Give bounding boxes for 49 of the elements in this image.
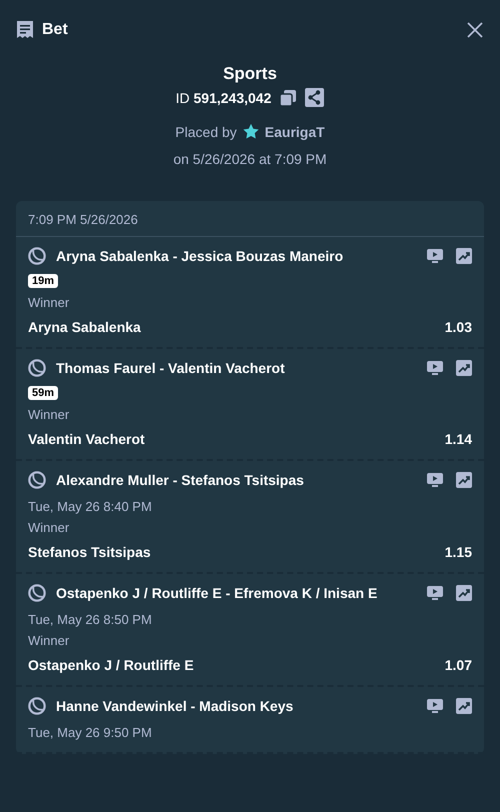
match-title[interactable]: Hanne Vandewinkel - Madison Keys bbox=[56, 698, 417, 714]
share-icon[interactable] bbox=[305, 88, 324, 107]
odds: 1.07 bbox=[444, 657, 472, 673]
tv-icon[interactable] bbox=[427, 698, 443, 714]
odds: 1.03 bbox=[444, 319, 472, 335]
tennis-ball-icon bbox=[28, 359, 46, 377]
live-time-badge: 19m bbox=[28, 274, 58, 288]
chart-icon[interactable] bbox=[456, 248, 472, 264]
tennis-ball-icon bbox=[28, 697, 46, 715]
match-title[interactable]: Ostapenko J / Routliffe E - Efremova K / Inisan E bbox=[56, 585, 417, 601]
match-title[interactable]: Thomas Faurel - Valentin Vacherot bbox=[56, 360, 417, 376]
start-time: Tue, May 26 8:40 PM bbox=[28, 499, 153, 514]
market-label: Winner bbox=[28, 407, 70, 422]
match-title[interactable]: Alexandre Muller - Stefanos Tsitsipas bbox=[56, 472, 417, 488]
selection-name: Stefanos Tsitsipas bbox=[28, 544, 151, 560]
tv-icon[interactable] bbox=[427, 472, 443, 488]
market-label: Winner bbox=[28, 520, 70, 535]
tv-icon[interactable] bbox=[427, 585, 443, 601]
tennis-ball-icon bbox=[28, 247, 46, 265]
live-time-badge: 59m bbox=[28, 386, 58, 400]
chart-icon[interactable] bbox=[456, 360, 472, 376]
start-time: Tue, May 26 8:50 PM bbox=[28, 612, 153, 627]
odds: 1.15 bbox=[444, 544, 472, 560]
vip-star-icon bbox=[242, 123, 260, 141]
chart-icon[interactable] bbox=[456, 698, 472, 714]
bet-id: ID 591,243,042 bbox=[176, 90, 272, 106]
sport-title: Sports bbox=[223, 64, 277, 84]
chart-icon[interactable] bbox=[456, 472, 472, 488]
dialog-title: Bet bbox=[42, 21, 68, 39]
tennis-ball-icon bbox=[28, 584, 46, 602]
tv-icon[interactable] bbox=[427, 248, 443, 264]
odds: 1.14 bbox=[444, 431, 472, 447]
start-time: Tue, May 26 9:50 PM bbox=[28, 725, 153, 740]
selection-name: Valentin Vacherot bbox=[28, 431, 145, 447]
copy-icon[interactable] bbox=[279, 88, 298, 106]
placed-by-label: Placed by bbox=[175, 124, 237, 140]
placed-date: on 5/26/2026 at 7:09 PM bbox=[173, 151, 327, 167]
receipt-icon bbox=[16, 20, 34, 40]
username[interactable]: EaurigaT bbox=[264, 124, 325, 140]
tennis-ball-icon bbox=[28, 471, 46, 489]
slip-timestamp: 7:09 PM 5/26/2026 bbox=[16, 201, 484, 237]
market-label: Winner bbox=[28, 295, 70, 310]
chart-icon[interactable] bbox=[456, 585, 472, 601]
match-title[interactable]: Aryna Sabalenka - Jessica Bouzas Maneiro bbox=[56, 248, 417, 264]
market-label: Winner bbox=[28, 633, 70, 648]
selection-name: Ostapenko J / Routliffe E bbox=[28, 657, 194, 673]
selection-name: Aryna Sabalenka bbox=[28, 319, 141, 335]
close-icon[interactable] bbox=[466, 21, 484, 39]
tv-icon[interactable] bbox=[427, 360, 443, 376]
